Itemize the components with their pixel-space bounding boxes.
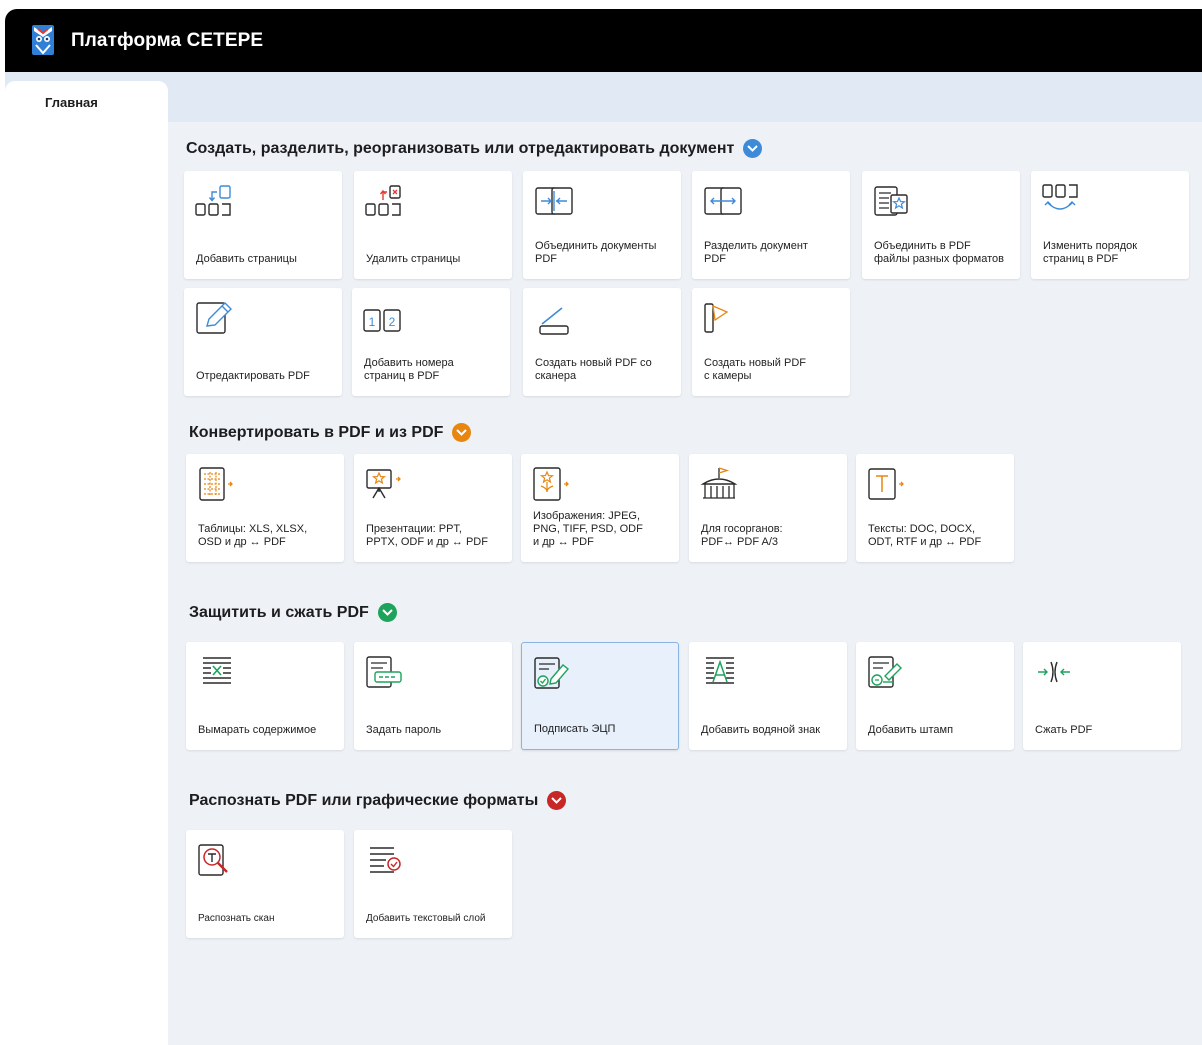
section-edit-label: Создать, разделить, реорганизовать или о… <box>186 139 735 157</box>
app-header: Платформа СЕТЕРЕ <box>5 9 1202 72</box>
merge-documents-icon <box>535 187 573 215</box>
card-label: Объединить в PDF файлы разных форматов <box>874 240 1004 265</box>
stamp-icon <box>868 656 902 688</box>
svg-text:1: 1 <box>369 315 376 329</box>
split-document-icon <box>704 187 742 215</box>
card-merge-documents[interactable]: Объединить документы PDF <box>523 171 681 279</box>
scanner-icon <box>539 307 569 335</box>
section-recognize-label: Распознать PDF или графические форматы <box>189 791 539 809</box>
section-protect-title[interactable]: Защитить и сжать PDF <box>189 603 397 622</box>
app-title: Платформа СЕТЕРЕ <box>71 30 264 51</box>
card-recognize-scan[interactable]: Распознать скан <box>186 830 344 938</box>
card-label: Задать пароль <box>366 724 442 736</box>
card-presentations[interactable]: Презентации: PPT, PPTX, ODF и др ↔ PDF <box>354 454 512 562</box>
compress-icon <box>1038 661 1070 683</box>
card-watermark[interactable]: Добавить водяной знак <box>689 642 847 750</box>
card-camera[interactable]: Создать новый PDF с камеры <box>692 288 850 396</box>
card-label: Подписать ЭЦП <box>534 723 616 735</box>
card-reorder-pages[interactable]: Изменить порядок страниц в PDF <box>1031 171 1189 279</box>
tab-bar: Главная <box>5 72 1202 122</box>
card-government[interactable]: Для госорганов: PDF↔ PDF A/3 <box>689 454 847 562</box>
text-document-icon <box>868 468 904 500</box>
chevron-down-icon[interactable] <box>743 139 763 158</box>
card-digital-signature[interactable]: Подписать ЭЦП <box>521 642 679 750</box>
card-label: Тексты: DOC, DOCX, ODT, RTF и др ↔ PDF <box>868 523 982 548</box>
card-label: Создать новый PDF со сканера <box>535 357 652 382</box>
card-label: Добавить штамп <box>868 724 954 736</box>
redact-icon <box>203 657 231 684</box>
delete-pages-icon <box>365 185 401 216</box>
password-icon <box>366 656 402 688</box>
card-spreadsheets[interactable]: Таблицы: XLS, XLSX, OSD и др ↔ PDF <box>186 454 344 562</box>
card-label: Объединить документы PDF <box>535 240 657 265</box>
card-delete-pages[interactable]: Удалить страницы <box>354 171 512 279</box>
card-label: Создать новый PDF с камеры <box>704 357 807 382</box>
spreadsheet-icon <box>199 467 233 501</box>
card-scanner[interactable]: Создать новый PDF со сканера <box>523 288 681 396</box>
card-label: Добавить номера страниц в PDF <box>364 357 454 382</box>
digital-signature-icon <box>534 657 570 689</box>
page-numbers-icon: 12 <box>363 309 401 332</box>
card-images[interactable]: Изображения: JPEG, PNG, TIFF, PSD, ODF и… <box>521 454 679 562</box>
svg-text:2: 2 <box>389 315 396 329</box>
image-icon <box>533 467 569 501</box>
presentation-icon <box>366 469 401 499</box>
card-password[interactable]: Задать пароль <box>354 642 512 750</box>
merge-formats-icon <box>874 186 908 216</box>
owl-logo-icon <box>32 25 54 55</box>
card-split-document[interactable]: Разделить документ PDF <box>692 171 850 279</box>
card-text-layer[interactable]: Добавить текстовый слой <box>354 830 512 938</box>
section-convert-title[interactable]: Конвертировать в PDF и из PDF <box>189 423 472 442</box>
watermark-icon <box>706 657 734 684</box>
card-label: Для госорганов: PDF↔ PDF A/3 <box>701 523 783 548</box>
card-label: Удалить страницы <box>366 253 461 265</box>
card-label: Изменить порядок страниц в PDF <box>1043 240 1138 265</box>
reorder-pages-icon <box>1042 184 1078 210</box>
tab-home[interactable]: Главная <box>5 81 168 122</box>
card-merge-formats[interactable]: Объединить в PDF файлы разных форматов <box>862 171 1020 279</box>
chevron-down-icon[interactable] <box>452 423 472 442</box>
section-edit-title[interactable]: Создать, разделить, реорганизовать или о… <box>186 139 763 158</box>
card-label: Разделить документ PDF <box>704 240 808 265</box>
camera-icon <box>704 303 729 333</box>
chevron-down-icon[interactable] <box>547 791 567 810</box>
recognize-scan-icon <box>198 844 228 876</box>
card-label: Вымарать содержимое <box>198 724 317 736</box>
chevron-down-icon[interactable] <box>377 603 397 622</box>
section-recognize-title[interactable]: Распознать PDF или графические форматы <box>189 791 567 810</box>
edit-pdf-icon <box>196 302 232 334</box>
card-redact[interactable]: Вымарать содержимое <box>186 642 344 750</box>
card-add-pages[interactable]: Добавить страницы <box>184 171 342 279</box>
card-page-numbers[interactable]: 12 Добавить номера страниц в PDF <box>352 288 510 396</box>
card-label: Презентации: PPT, PPTX, ODF и др ↔ PDF <box>366 523 488 548</box>
card-label: Добавить текстовый слой <box>366 913 486 924</box>
section-convert-label: Конвертировать в PDF и из PDF <box>189 423 444 441</box>
card-label: Добавить водяной знак <box>701 724 821 736</box>
card-label: Изображения: JPEG, PNG, TIFF, PSD, ODF и… <box>533 510 643 548</box>
card-compress[interactable]: Сжать PDF <box>1023 642 1181 750</box>
text-layer-icon <box>370 847 401 873</box>
government-icon <box>700 467 738 499</box>
section-protect-label: Защитить и сжать PDF <box>189 603 369 621</box>
card-edit-pdf[interactable]: Отредактировать PDF <box>184 288 342 396</box>
card-label: Добавить страницы <box>196 253 297 265</box>
card-stamp[interactable]: Добавить штамп <box>856 642 1014 750</box>
card-label: Сжать PDF <box>1035 724 1093 736</box>
card-label: Таблицы: XLS, XLSX, OSD и др ↔ PDF <box>198 523 308 548</box>
card-texts[interactable]: Тексты: DOC, DOCX, ODT, RTF и др ↔ PDF <box>856 454 1014 562</box>
add-pages-icon <box>195 185 231 216</box>
card-label: Отредактировать PDF <box>196 370 310 382</box>
card-label: Распознать скан <box>198 913 275 924</box>
tab-home-label: Главная <box>45 95 98 110</box>
